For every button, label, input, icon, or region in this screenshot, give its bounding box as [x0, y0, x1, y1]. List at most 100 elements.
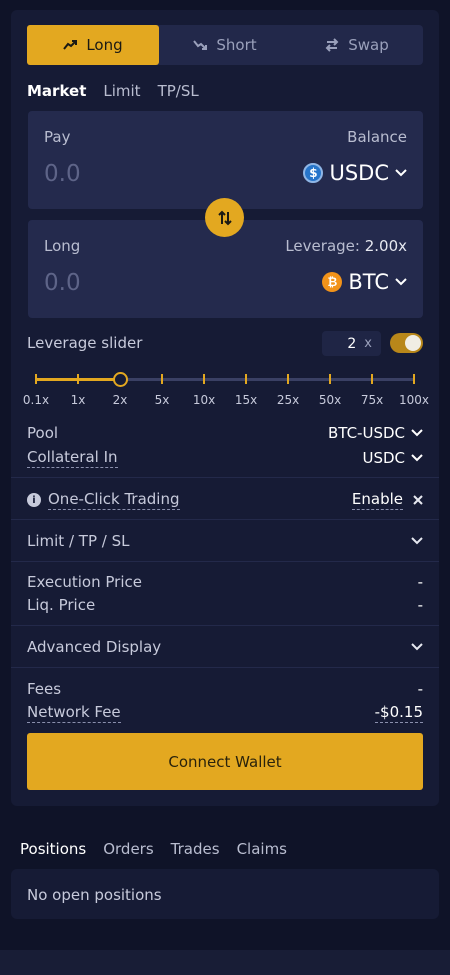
order-type-tabs: Market Limit TP/SL: [27, 82, 199, 100]
slider-tick-label[interactable]: 15x: [235, 393, 257, 407]
trade-mode-tabs: Long Short Swap: [27, 25, 423, 65]
network-fee-row: Network Fee -$0.15: [27, 703, 423, 723]
slider-tick[interactable]: [161, 374, 163, 384]
slider-tick[interactable]: [245, 374, 247, 384]
slider-tick[interactable]: [77, 374, 79, 384]
tab-swap[interactable]: Swap: [291, 25, 423, 65]
order-type-market[interactable]: Market: [27, 82, 86, 100]
slider-tick[interactable]: [329, 374, 331, 384]
position-tabs: Positions Orders Trades Claims: [20, 840, 287, 858]
one-click-label[interactable]: One-Click Trading: [48, 490, 180, 510]
collateral-select[interactable]: USDC: [362, 449, 423, 467]
slider-tick[interactable]: [371, 374, 373, 384]
trend-down-icon: [193, 40, 208, 50]
leverage-slider-label: Leverage slider: [27, 334, 143, 352]
collateral-label[interactable]: Collateral In: [27, 448, 118, 468]
close-icon[interactable]: [413, 495, 423, 505]
tab-positions[interactable]: Positions: [20, 840, 86, 858]
order-type-tpsl[interactable]: TP/SL: [158, 82, 199, 100]
long-amount-input[interactable]: 0.0: [44, 270, 81, 296]
order-type-limit[interactable]: Limit: [103, 82, 140, 100]
liq-price-label: Liq. Price: [27, 596, 96, 614]
divider: [11, 667, 439, 668]
tab-long-label: Long: [86, 36, 123, 54]
slider-tick[interactable]: [287, 374, 289, 384]
fees-row: Fees -: [27, 680, 423, 698]
btc-coin-icon: ₿: [322, 272, 343, 292]
tab-short[interactable]: Short: [159, 25, 291, 65]
fees-label: Fees: [27, 680, 62, 698]
slider-tick[interactable]: [413, 374, 415, 384]
collateral-value: USDC: [362, 449, 405, 467]
advanced-display-label: Advanced Display: [27, 638, 162, 656]
slider-tick-label[interactable]: 5x: [155, 393, 170, 407]
swap-arrows-icon: [325, 38, 339, 52]
divider: [11, 625, 439, 626]
slider-tick-label[interactable]: 75x: [361, 393, 383, 407]
pay-box: Pay Balance 0.0 $ USDC: [28, 111, 423, 209]
chevron-down-icon: [411, 643, 423, 651]
slider-tick-label[interactable]: 2x: [113, 393, 128, 407]
execution-price-label: Execution Price: [27, 573, 142, 591]
long-token-select[interactable]: ₿ BTC: [322, 270, 407, 294]
leverage-input[interactable]: 2 x: [322, 331, 381, 356]
leverage-slider-row: Leverage slider: [27, 334, 307, 352]
trend-up-icon: [63, 40, 78, 50]
slider-tick-label[interactable]: 100x: [399, 393, 429, 407]
execution-price-row: Execution Price -: [27, 573, 423, 591]
one-click-info: i One-Click Trading: [27, 490, 180, 510]
tab-short-label: Short: [216, 36, 257, 54]
network-fee-value[interactable]: -$0.15: [374, 703, 423, 723]
connect-wallet-button[interactable]: Connect Wallet: [27, 733, 423, 790]
network-fee-label[interactable]: Network Fee: [27, 703, 121, 723]
limit-section-toggle[interactable]: Limit / TP / SL: [27, 532, 423, 550]
fees-value: -: [417, 680, 423, 698]
tab-long[interactable]: Long: [27, 25, 159, 65]
slider-tick-label[interactable]: 50x: [319, 393, 341, 407]
leverage-value: 2.00x: [364, 237, 407, 255]
slider-tick[interactable]: [35, 374, 37, 384]
slider-tick-label[interactable]: 1x: [71, 393, 86, 407]
swap-vertical-icon: [217, 210, 232, 225]
footer-bar: [0, 950, 450, 975]
chevron-down-icon: [411, 429, 423, 437]
slider-tick-label[interactable]: 0.1x: [23, 393, 49, 407]
chevron-down-icon: [395, 278, 407, 286]
tab-orders[interactable]: Orders: [103, 840, 153, 858]
pool-select[interactable]: BTC-USDC: [328, 424, 423, 442]
one-click-row: i One-Click Trading Enable: [27, 490, 423, 510]
pay-token-label: USDC: [329, 161, 389, 185]
divider: [11, 519, 439, 520]
leverage-input-value: 2: [347, 335, 357, 352]
long-label: Long: [44, 237, 81, 255]
divider: [11, 477, 439, 478]
tab-swap-label: Swap: [348, 36, 389, 54]
usdc-coin-icon: $: [303, 163, 324, 183]
pay-token-select[interactable]: $ USDC: [303, 161, 407, 185]
chevron-down-icon: [395, 169, 407, 177]
tab-claims[interactable]: Claims: [237, 840, 287, 858]
balance-label: Balance: [347, 128, 407, 146]
slider-knob[interactable]: [112, 372, 128, 387]
tab-trades[interactable]: Trades: [171, 840, 220, 858]
slider-tick[interactable]: [203, 374, 205, 384]
slider-tick-label[interactable]: 25x: [277, 393, 299, 407]
enable-one-click-button[interactable]: Enable: [351, 490, 403, 510]
advanced-display-toggle[interactable]: Advanced Display: [27, 638, 423, 656]
one-click-actions: Enable: [351, 490, 423, 510]
leverage-slider-toggle[interactable]: [390, 333, 423, 353]
pay-amount-input[interactable]: 0.0: [44, 161, 81, 187]
liq-price-value: -: [417, 596, 423, 614]
slider-tick-label[interactable]: 10x: [193, 393, 215, 407]
info-icon: i: [27, 493, 41, 507]
leverage-label: Leverage:: [285, 237, 360, 255]
leverage-input-unit: x: [364, 336, 372, 351]
divider: [11, 561, 439, 562]
chevron-down-icon: [411, 537, 423, 545]
pool-label: Pool: [27, 424, 59, 442]
collateral-row: Collateral In USDC: [27, 448, 423, 468]
liq-price-row: Liq. Price -: [27, 596, 423, 614]
leverage-display: Leverage: 2.00x: [285, 237, 407, 255]
swap-direction-button[interactable]: [205, 198, 244, 237]
execution-price-value: -: [417, 573, 423, 591]
